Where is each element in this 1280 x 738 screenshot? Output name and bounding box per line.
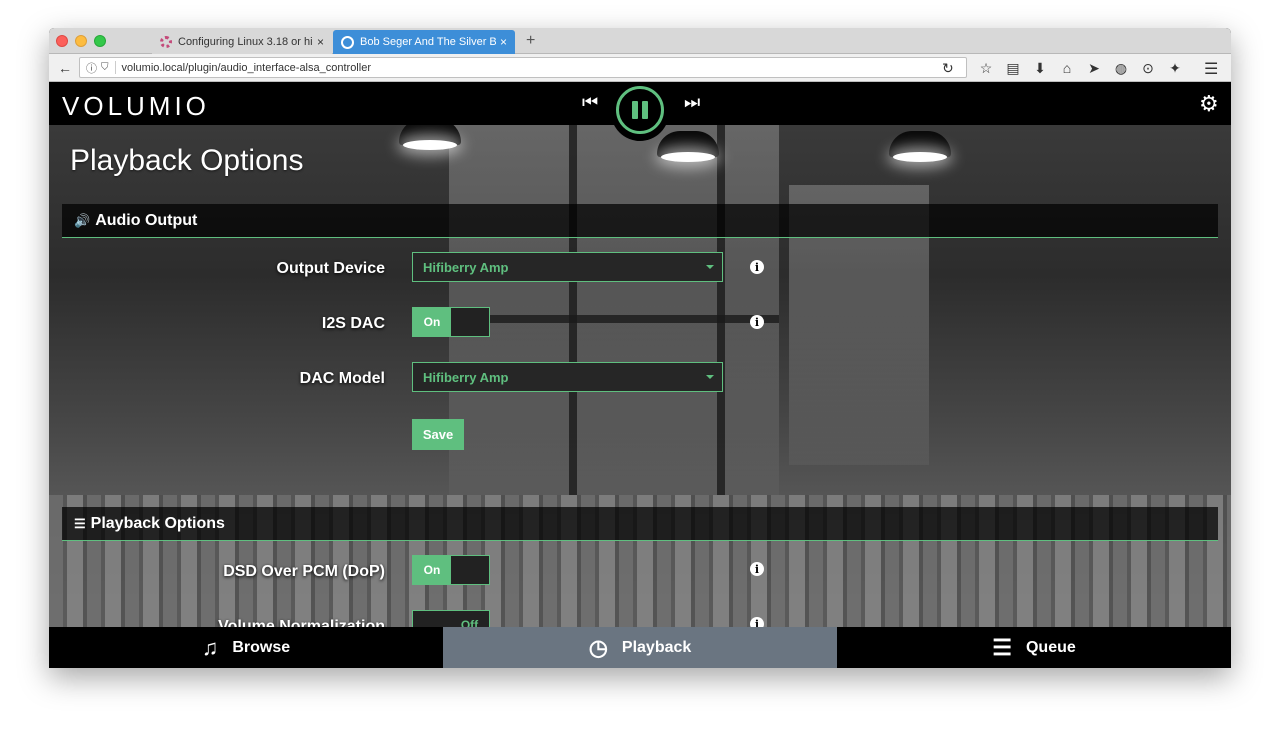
browser-tab-volumio[interactable]: Bob Seger And The Silver Bullet ×	[333, 30, 515, 54]
tab-label: Browse	[232, 638, 291, 656]
section-title: Playback Options	[90, 514, 225, 532]
clock-icon: ◷	[588, 634, 608, 660]
i2s-dac-toggle[interactable]: On	[412, 307, 490, 337]
dsd-over-pcm-toggle[interactable]: On	[412, 555, 490, 585]
browser-window: Configuring Linux 3.18 or higher × Bob S…	[49, 28, 1231, 668]
navigation-bar: ← ⓘ ⛉ volumio.local/plugin/audio_interfa…	[49, 54, 1231, 82]
volumio-app: VOLUMIO ⏮ ⏭ ⚙ Playback Options 🔊 Audio O…	[49, 83, 1231, 668]
dsd-over-pcm-label: DSD Over PCM (DoP)	[223, 563, 385, 580]
page-title: Playback Options	[70, 144, 304, 177]
tab-title: Configuring Linux 3.18 or higher	[178, 36, 313, 48]
extension-icon[interactable]: ⊙	[1139, 58, 1157, 78]
gear-icon[interactable]: ⚙	[1199, 91, 1219, 117]
zoom-window-button[interactable]	[94, 35, 106, 47]
home-icon[interactable]: ⌂	[1058, 58, 1076, 78]
tab-label: Playback	[621, 638, 692, 656]
tab-browse[interactable]: ♫ Browse	[49, 627, 443, 668]
section-audio-output: 🔊 Audio Output	[62, 204, 1218, 238]
volumio-favicon-icon	[341, 35, 354, 49]
toggle-label: On	[413, 308, 451, 336]
next-track-icon[interactable]: ⏭	[684, 92, 700, 113]
sliders-icon: ☰	[74, 515, 86, 531]
pause-button[interactable]	[616, 86, 664, 134]
minimize-window-button[interactable]	[75, 35, 87, 47]
tab-queue[interactable]: ☰ Queue	[837, 627, 1231, 668]
dac-model-select[interactable]: Hifiberry Amp	[412, 362, 723, 392]
site-info-icon[interactable]: ⓘ	[86, 60, 97, 76]
browser-tab-configuring-linux[interactable]: Configuring Linux 3.18 or higher ×	[152, 30, 332, 54]
section-title: Audio Output	[95, 211, 198, 229]
pin-icon[interactable]: ✦	[1166, 58, 1184, 78]
volumio-logo: VOLUMIO	[62, 91, 210, 121]
address-bar[interactable]: ⓘ ⛉ volumio.local/plugin/audio_interface…	[79, 57, 967, 78]
send-icon[interactable]: ➤	[1085, 58, 1103, 78]
dac-model-label: DAC Model	[299, 370, 385, 387]
back-arrow-icon[interactable]: ←	[54, 58, 76, 78]
reader-view-icon[interactable]: ▤	[1004, 58, 1022, 78]
save-button[interactable]: Save	[412, 419, 464, 450]
shield-icon[interactable]: ⛉	[101, 62, 109, 73]
info-icon[interactable]: i	[750, 562, 764, 576]
section-playback-options: ☰ Playback Options	[62, 507, 1218, 541]
bookmark-star-icon[interactable]: ☆	[977, 58, 995, 78]
tab-playback[interactable]: ◷ Playback	[443, 627, 837, 668]
list-icon: ☰	[992, 634, 1012, 660]
browser-toolbar: ☆ ▤ ⬇ ⌂ ➤ ◍ ⊙ ✦	[977, 58, 1184, 78]
chevron-down-icon	[706, 265, 714, 269]
tab-close-icon[interactable]: ×	[500, 35, 507, 49]
i2s-dac-label: I2S DAC	[321, 315, 385, 332]
pause-icon	[642, 101, 648, 119]
pause-icon	[632, 101, 638, 119]
speaker-icon: 🔊	[74, 212, 91, 228]
hamburger-menu-icon[interactable]: ☰	[1204, 59, 1218, 79]
footer-nav: ♫ Browse ◷ Playback ☰ Queue	[49, 627, 1231, 668]
info-icon[interactable]: i	[750, 260, 764, 274]
divider	[114, 61, 116, 74]
select-value: Hifiberry Amp	[423, 259, 509, 275]
tab-close-icon[interactable]: ×	[317, 35, 324, 49]
tab-title: Bob Seger And The Silver Bullet	[360, 36, 496, 48]
previous-track-icon[interactable]: ⏮	[582, 92, 598, 113]
toggle-label: On	[413, 556, 451, 584]
close-window-button[interactable]	[56, 35, 68, 47]
info-icon[interactable]: i	[750, 315, 764, 329]
reload-icon[interactable]: ↻	[942, 60, 954, 77]
chevron-down-icon	[706, 375, 714, 379]
tab-bar: Configuring Linux 3.18 or higher × Bob S…	[49, 28, 1231, 54]
music-note-icon: ♫	[201, 634, 219, 660]
output-device-label: Output Device	[276, 260, 385, 277]
output-device-select[interactable]: Hifiberry Amp	[412, 252, 723, 282]
tab-label: Queue	[1025, 638, 1076, 656]
select-value: Hifiberry Amp	[423, 369, 509, 385]
raspberry-favicon-icon	[160, 36, 172, 48]
new-tab-button[interactable]: +	[526, 32, 535, 50]
globe-icon[interactable]: ◍	[1112, 58, 1130, 78]
url-text[interactable]: volumio.local/plugin/audio_interface-als…	[122, 62, 371, 74]
download-icon[interactable]: ⬇	[1031, 58, 1049, 78]
